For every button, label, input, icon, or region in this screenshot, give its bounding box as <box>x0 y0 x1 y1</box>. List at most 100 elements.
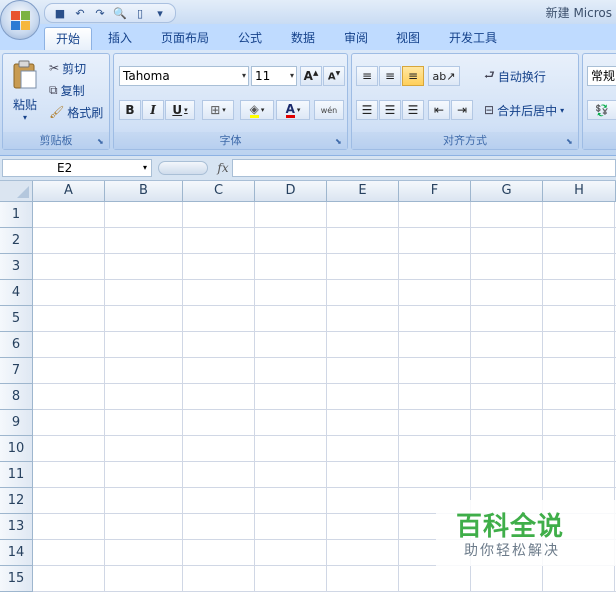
tab-page-layout[interactable]: 页面布局 <box>152 27 218 50</box>
italic-button[interactable]: I <box>142 100 164 120</box>
office-button[interactable] <box>0 0 40 40</box>
chevron-down-icon: ▾ <box>241 71 246 80</box>
bold-label: B <box>125 103 135 117</box>
tab-insert[interactable]: 插入 <box>98 27 142 50</box>
column-header-h[interactable]: H <box>543 181 616 202</box>
row-header-3[interactable]: 3 <box>0 254 33 280</box>
column-header-d[interactable]: D <box>255 181 327 202</box>
new-document-icon[interactable]: ▯ <box>131 5 149 21</box>
name-box[interactable]: E2 ▾ <box>2 159 152 177</box>
row-header-6[interactable]: 6 <box>0 332 33 358</box>
font-size-value: 11 <box>255 69 271 83</box>
number-format-combo[interactable]: 常规 <box>587 66 616 86</box>
name-box-value: E2 <box>57 161 73 175</box>
redo-icon[interactable]: ↷ <box>91 5 109 21</box>
window-title: 新建 Micros <box>545 6 612 20</box>
format-painter-button[interactable]: 🖌 格式刷 <box>49 102 103 122</box>
print-preview-icon[interactable]: 🔍 <box>111 5 129 21</box>
tab-review[interactable]: 审阅 <box>334 27 378 50</box>
align-top-icon: ≡ <box>361 69 373 83</box>
wrap-text-button[interactable]: ⮐ 自动换行 <box>484 66 546 86</box>
shrink-font-button[interactable]: A▼ <box>323 66 345 86</box>
borders-button[interactable]: ⊞ ▾ <box>202 100 234 120</box>
select-all-corner[interactable] <box>0 181 33 202</box>
dialog-launcher-icon[interactable]: ⬊ <box>335 137 344 146</box>
insert-function-button[interactable]: fx <box>214 159 232 177</box>
expand-handle-icon[interactable] <box>158 161 208 175</box>
title-bar: ■ ↶ ↷ 🔍 ▯ ▾ 新建 Micros <box>0 0 616 24</box>
ribbon: 粘贴 ▾ ✂ 剪切 ⧉ 复制 🖌 格式刷 剪贴板 ⬊ Tahoma ▾ 11 ▾… <box>0 50 616 156</box>
merge-cells-icon: ⊟ <box>484 103 495 117</box>
cut-button[interactable]: ✂ 剪切 <box>49 58 86 78</box>
row-header-12[interactable]: 12 <box>0 488 33 514</box>
paste-button[interactable]: 粘贴 ▾ <box>6 57 44 125</box>
tab-home[interactable]: 开始 <box>44 27 92 51</box>
increase-indent-button[interactable]: ⇥ <box>451 100 473 120</box>
align-left-button[interactable]: ☰ <box>356 100 378 120</box>
undo-icon[interactable]: ↶ <box>71 5 89 21</box>
underline-button[interactable]: U ▾ <box>165 100 195 120</box>
grow-font-button[interactable]: A▲ <box>300 66 322 86</box>
dialog-launcher-icon[interactable]: ⬊ <box>566 137 575 146</box>
middle-align-button[interactable]: ≡ <box>379 66 401 86</box>
column-header-g[interactable]: G <box>471 181 543 202</box>
column-header-f[interactable]: F <box>399 181 471 202</box>
align-right-button[interactable]: ☰ <box>402 100 424 120</box>
row-header-8[interactable]: 8 <box>0 384 33 410</box>
number-group-label <box>583 132 616 149</box>
save-icon[interactable]: ■ <box>51 5 69 21</box>
bold-button[interactable]: B <box>119 100 141 120</box>
align-center-icon: ☰ <box>384 103 396 117</box>
row-header-1[interactable]: 1 <box>0 202 33 228</box>
tab-formulas[interactable]: 公式 <box>228 27 272 50</box>
grid-row-line <box>33 435 616 436</box>
align-middle-icon: ≡ <box>384 69 396 83</box>
row-header-2[interactable]: 2 <box>0 228 33 254</box>
column-header-c[interactable]: C <box>183 181 255 202</box>
copy-icon: ⧉ <box>49 82 58 97</box>
row-header-15[interactable]: 15 <box>0 566 33 592</box>
column-header-b[interactable]: B <box>105 181 183 202</box>
accounting-format-button[interactable]: 💱 <box>587 100 616 120</box>
chevron-down-icon: ▾ <box>289 71 294 80</box>
fill-color-button[interactable]: ◈ ▾ <box>240 100 274 120</box>
column-header-e[interactable]: E <box>327 181 399 202</box>
copy-button[interactable]: ⧉ 复制 <box>49 80 85 100</box>
tab-view[interactable]: 视图 <box>386 27 430 50</box>
row-header-5[interactable]: 5 <box>0 306 33 332</box>
align-center-button[interactable]: ☰ <box>379 100 401 120</box>
row-header-7[interactable]: 7 <box>0 358 33 384</box>
column-header-a[interactable]: A <box>33 181 105 202</box>
dialog-launcher-icon[interactable]: ⬊ <box>97 137 106 146</box>
tab-data[interactable]: 数据 <box>281 27 325 50</box>
chevron-down-icon: ▾ <box>560 105 565 115</box>
grid-column-line <box>182 202 183 592</box>
grid-row-line <box>33 305 616 306</box>
paint-bucket-icon: ◈ <box>249 101 259 118</box>
row-header-14[interactable]: 14 <box>0 540 33 566</box>
grid-row-line <box>33 279 616 280</box>
watermark: 百科全说 助你轻松解决 <box>436 500 616 566</box>
cut-label: 剪切 <box>62 61 87 76</box>
row-header-9[interactable]: 9 <box>0 410 33 436</box>
grid-column-line <box>254 202 255 592</box>
font-group-label: 字体 <box>114 132 347 149</box>
row-header-11[interactable]: 11 <box>0 462 33 488</box>
merge-center-button[interactable]: ⊟ 合并后居中 ▾ <box>484 100 564 120</box>
row-header-13[interactable]: 13 <box>0 514 33 540</box>
phonetic-guide-button[interactable]: wén <box>314 100 344 120</box>
top-align-button[interactable]: ≡ <box>356 66 378 86</box>
orientation-button[interactable]: ab↗ <box>428 66 460 86</box>
row-header-10[interactable]: 10 <box>0 436 33 462</box>
bottom-align-button[interactable]: ≡ <box>402 66 424 86</box>
row-header-4[interactable]: 4 <box>0 280 33 306</box>
decrease-indent-button[interactable]: ⇤ <box>428 100 450 120</box>
paste-icon <box>13 60 37 89</box>
formula-input[interactable] <box>232 159 616 177</box>
tab-developer[interactable]: 开发工具 <box>440 27 506 50</box>
customize-qat-icon[interactable]: ▾ <box>151 5 169 21</box>
font-name-combo[interactable]: Tahoma ▾ <box>119 66 249 86</box>
font-color-button[interactable]: A ▾ <box>276 100 310 120</box>
decrease-indent-icon: ⇤ <box>433 103 445 117</box>
font-size-combo[interactable]: 11 ▾ <box>251 66 297 86</box>
